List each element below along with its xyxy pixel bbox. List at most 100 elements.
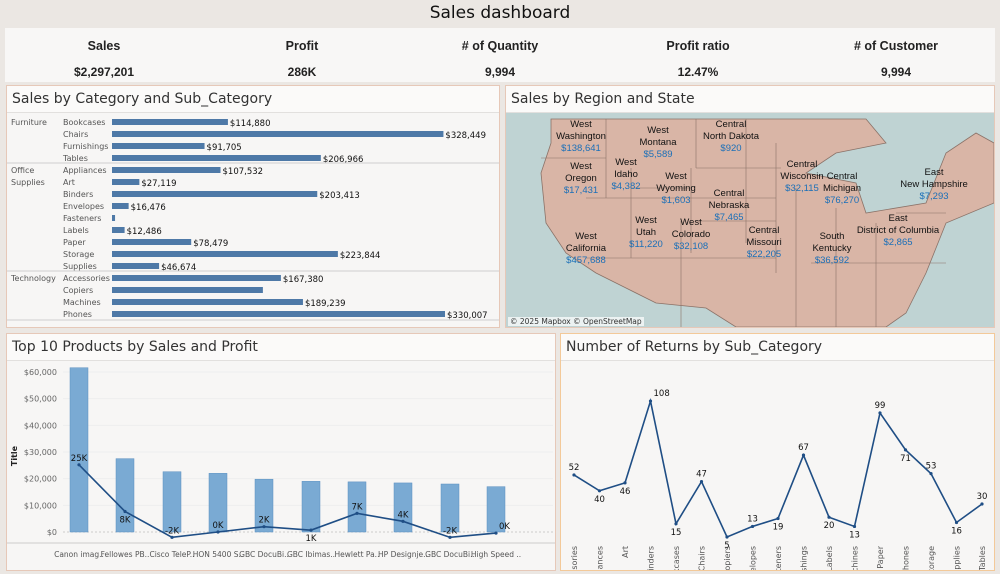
state-state: Idaho: [614, 169, 638, 180]
kpi-quantity: # of Quantity 9,994: [401, 28, 599, 82]
x-category-label: Storage: [927, 546, 936, 570]
state-label[interactable]: West Montana $5,589: [640, 125, 677, 161]
state-region: West: [665, 171, 687, 182]
state-region: West: [570, 161, 592, 172]
x-category-label: GBC DocuBi..: [425, 550, 475, 559]
state-region: South: [819, 231, 845, 242]
bar-value-label: $114,880: [230, 119, 271, 129]
bar: [112, 287, 263, 293]
bar-value-label: $12,486: [127, 227, 162, 237]
sales-bar: [69, 367, 89, 533]
state-state: Nebraska: [708, 200, 750, 211]
state-label[interactable]: West Colorado $32,108: [672, 217, 711, 253]
state-region: West: [615, 157, 637, 168]
bar-value-label: $27,119: [141, 179, 176, 189]
map-credit[interactable]: © 2025 Mapbox © OpenStreetMap: [508, 317, 644, 326]
state-label[interactable]: West Utah $11,220: [629, 215, 663, 251]
category-label: Office: [11, 166, 34, 175]
state-label[interactable]: Central Michigan $76,270: [823, 171, 861, 207]
x-category-label: Accessories: [570, 546, 579, 570]
state-label[interactable]: Central Wisconsin $32,115: [780, 159, 823, 195]
state-region: West: [575, 231, 597, 242]
kpi-value: $2,297,201: [73, 65, 135, 79]
kpi-label: Sales: [87, 39, 121, 53]
state-label[interactable]: West Washington $138,641: [556, 119, 606, 155]
bar: [112, 119, 228, 125]
subcategory-label: Tables: [62, 154, 88, 163]
x-category-label: Envelopes: [749, 546, 758, 570]
state-label[interactable]: West California $457,688: [566, 231, 606, 267]
returns-point: [980, 502, 984, 506]
state-label[interactable]: Central Nebraska $7,465: [709, 188, 750, 224]
bar-value-label: $189,239: [305, 299, 346, 309]
returns-point: [597, 489, 602, 493]
bar: [112, 191, 318, 197]
x-category-label: Chairs: [698, 546, 707, 570]
bar-value-label: $107,532: [223, 167, 264, 177]
returns-point: [852, 524, 857, 529]
returns-point: [699, 479, 704, 484]
state-sales: $1,603: [661, 195, 691, 206]
kpi-label: Profit: [285, 39, 319, 53]
subcategory-label: Chairs: [63, 130, 88, 139]
state-region: West: [570, 119, 592, 130]
bar: [112, 143, 205, 149]
sales-bar: [162, 471, 182, 533]
sales-bar: [393, 482, 413, 533]
y-tick-label: $40,000: [24, 421, 57, 430]
subcategory-label: Envelopes: [63, 202, 104, 211]
state-sales: $17,431: [563, 185, 599, 196]
state-state: North Dakota: [703, 131, 759, 142]
returns-point: [954, 520, 959, 525]
state-label[interactable]: Central North Dakota $920: [703, 119, 759, 155]
state-region: East: [888, 213, 908, 224]
returns-point: [776, 516, 780, 521]
state-label[interactable]: West Oregon $17,431: [564, 161, 598, 197]
returns-value-label: 15: [671, 528, 682, 538]
state-sales: $32,115: [785, 183, 819, 194]
returns-point: [674, 522, 678, 526]
x-category-label: Canon imag..: [54, 550, 104, 559]
state-label[interactable]: West Idaho $4,382: [611, 157, 640, 193]
subcategory-label: Paper: [63, 238, 86, 247]
state-label[interactable]: East New Hampshire $7,293: [900, 167, 968, 203]
kpi-customers: # of Customer 9,994: [797, 28, 995, 82]
x-category-label: Fellowes PB..: [101, 550, 150, 559]
bar: [112, 239, 192, 245]
bar-value-label: $203,413: [319, 191, 360, 201]
bar: [112, 131, 444, 137]
returns-value-label: 20: [824, 521, 835, 531]
state-region: West: [680, 217, 702, 228]
kpi-label: # of Quantity: [461, 39, 539, 53]
x-category-label: Supplies: [953, 546, 962, 570]
returns-point: [827, 515, 831, 519]
state-label[interactable]: Central Missouri $22,205: [746, 225, 781, 261]
profit-label: 7K: [352, 502, 363, 512]
bar-value-label: $328,449: [445, 131, 486, 141]
bar: [112, 251, 338, 257]
y-tick-label: $30,000: [24, 448, 57, 457]
panel-title: Number of Returns by Sub_Category: [561, 334, 994, 361]
state-region: Central: [786, 159, 818, 170]
x-category-label: High Speed ..: [471, 550, 521, 559]
bar: [112, 215, 116, 221]
x-category-label: Labels: [825, 546, 834, 570]
returns-line: [573, 397, 983, 539]
returns-point: [929, 472, 933, 476]
subcategory-label: Furnishings: [63, 142, 108, 151]
top-products-panel: Top 10 Products by Sales and Profit $0 $1…: [6, 333, 556, 571]
returns-point: [623, 481, 627, 485]
state-label[interactable]: East District of Columbia $2,865: [857, 213, 939, 249]
x-category-label: GBC Ibimas..: [287, 550, 335, 559]
profit-line: [78, 464, 497, 539]
returns-point: [878, 411, 882, 415]
state-label[interactable]: West Wyoming $1,603: [656, 171, 696, 207]
state-sales: $4,382: [611, 181, 641, 192]
state-sales: $138,641: [561, 143, 601, 154]
sales-map[interactable]: West Washington $138,641 West Montana $5,589 C…: [506, 113, 994, 327]
subcategory-label: Fasteners: [63, 214, 101, 223]
returns-point: [572, 473, 576, 477]
state-label[interactable]: South Kentucky $36,592: [812, 231, 851, 267]
state-state: Washington: [556, 131, 606, 142]
bar: [112, 227, 125, 233]
